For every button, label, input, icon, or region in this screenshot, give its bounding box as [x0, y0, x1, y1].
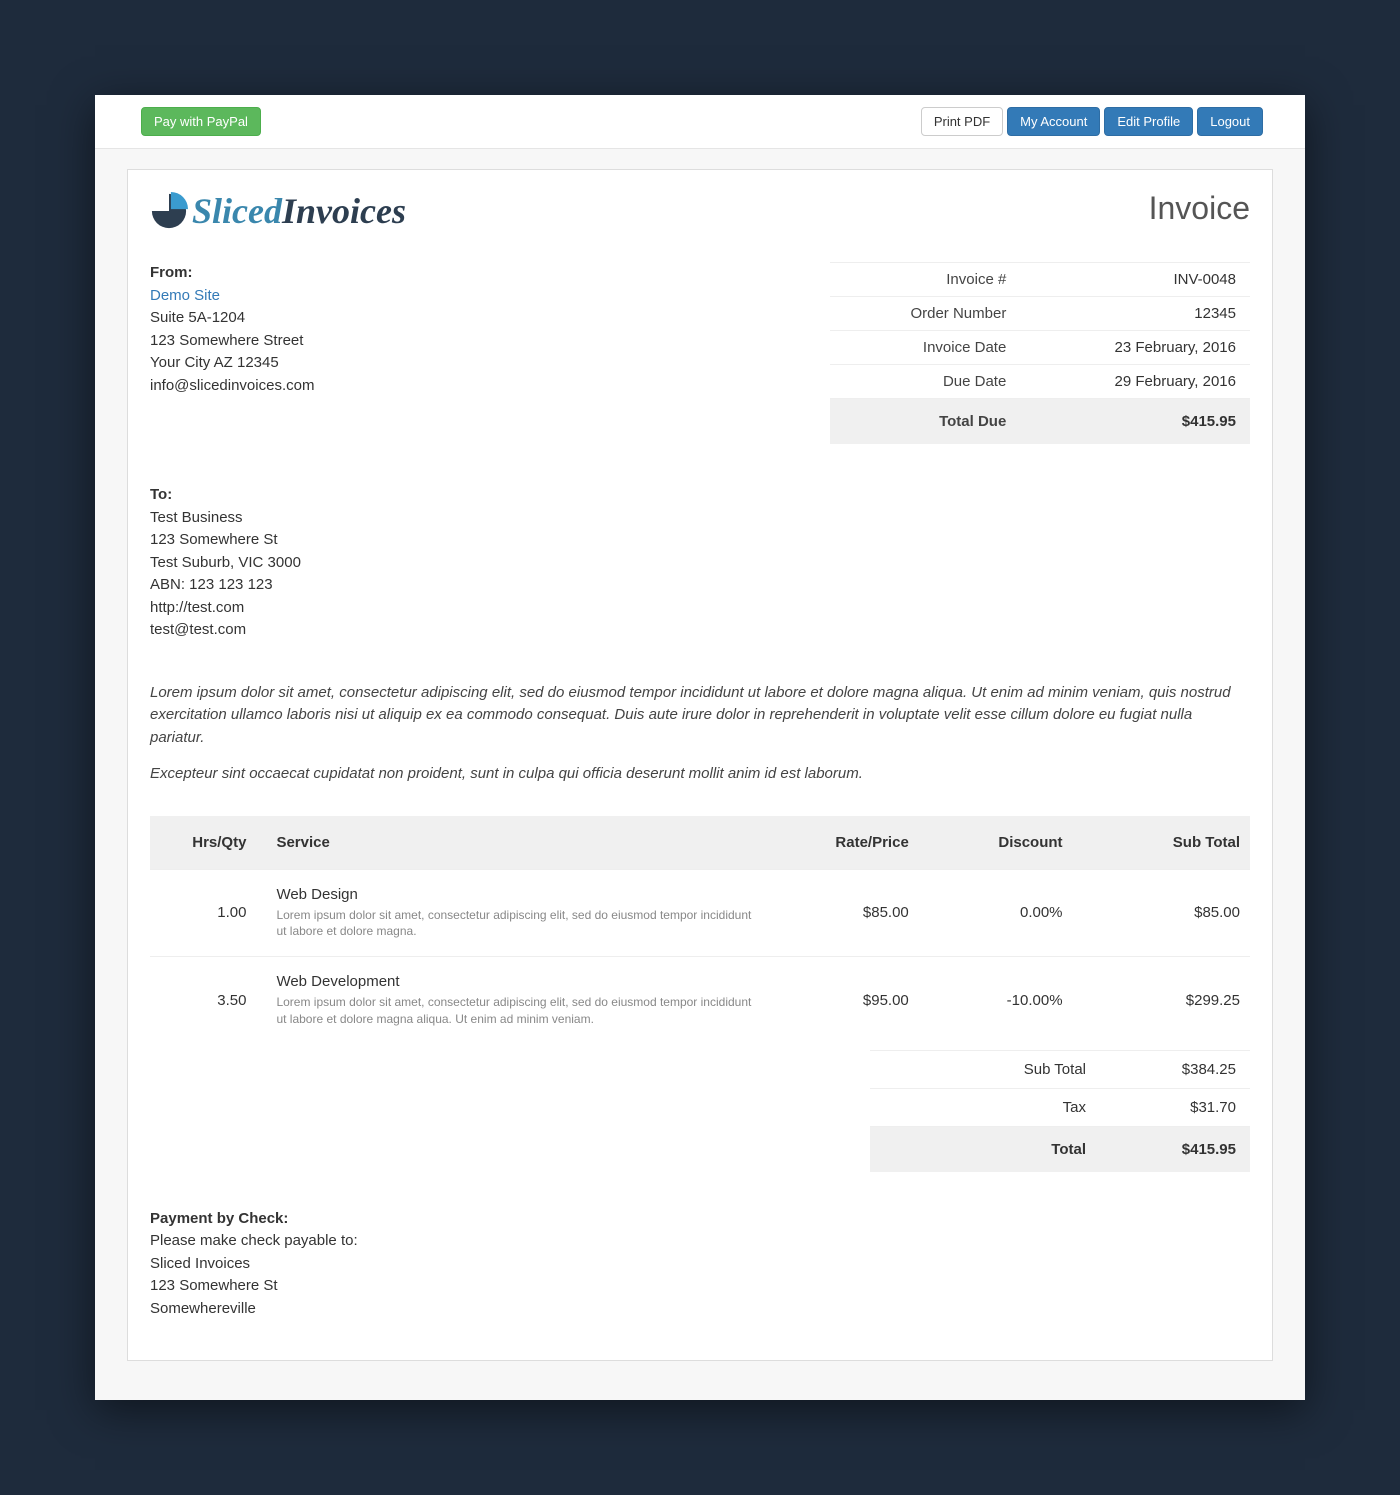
totals-tax-row: Tax $31.70 [870, 1088, 1250, 1126]
logo-word-1: Sliced [192, 191, 282, 231]
from-line3: Your City AZ 12345 [150, 352, 314, 375]
to-line1: 123 Somewhere St [150, 529, 1250, 552]
meta-row-order-number: Order Number 12345 [830, 297, 1250, 331]
to-url: http://test.com [150, 597, 1250, 620]
tax-label: Tax [870, 1088, 1100, 1126]
meta-row-total-due: Total Due $415.95 [830, 399, 1250, 445]
to-name: Test Business [150, 507, 1250, 530]
edit-profile-button[interactable]: Edit Profile [1104, 107, 1193, 136]
description-block: Lorem ipsum dolor sit amet, consectetur … [150, 682, 1250, 786]
total-value: $415.95 [1100, 1126, 1250, 1172]
to-label: To: [150, 484, 1250, 507]
payment-line3: 123 Somewhere St [150, 1275, 1250, 1298]
from-site-link[interactable]: Demo Site [150, 285, 314, 308]
to-email: test@test.com [150, 619, 1250, 642]
total-label: Total [870, 1126, 1100, 1172]
from-block: From: Demo Site Suite 5A-1204 123 Somewh… [150, 262, 314, 444]
document-title: Invoice [1149, 190, 1250, 227]
meta-row-invoice-date: Invoice Date 23 February, 2016 [830, 331, 1250, 365]
to-abn: ABN: 123 123 123 [150, 574, 1250, 597]
pay-with-paypal-button[interactable]: Pay with PayPal [141, 107, 261, 136]
invoice-number-value: INV-0048 [1020, 263, 1250, 297]
due-date-value: 29 February, 2016 [1020, 365, 1250, 399]
logo-word-2: Invoices [282, 191, 406, 231]
due-date-label: Due Date [830, 365, 1020, 399]
from-line2: 123 Somewhere Street [150, 330, 314, 353]
to-line2: Test Suburb, VIC 3000 [150, 552, 1250, 575]
item-name: Web Development [276, 973, 755, 990]
item-qty: 3.50 [150, 957, 256, 1044]
item-discount: 0.00% [919, 869, 1073, 957]
totals-table: Sub Total $384.25 Tax $31.70 Total $415.… [870, 1050, 1250, 1172]
payment-label: Payment by Check: [150, 1208, 1250, 1231]
invoice-card: SlicedInvoices Invoice From: Demo Site S… [127, 169, 1273, 1361]
meta-row-invoice-number: Invoice # INV-0048 [830, 263, 1250, 297]
payment-line1: Please make check payable to: [150, 1230, 1250, 1253]
col-rate: Rate/Price [765, 816, 919, 870]
topbar: Pay with PayPal Print PDF My Account Edi… [95, 95, 1305, 149]
total-due-label: Total Due [830, 399, 1020, 445]
payment-block: Payment by Check: Please make check paya… [150, 1208, 1250, 1321]
tax-value: $31.70 [1100, 1088, 1250, 1126]
line-item-row: 1.00 Web Design Lorem ipsum dolor sit am… [150, 869, 1250, 957]
item-qty: 1.00 [150, 869, 256, 957]
from-line1: Suite 5A-1204 [150, 307, 314, 330]
item-discount: -10.00% [919, 957, 1073, 1044]
payment-line4: Somewhereville [150, 1298, 1250, 1321]
topbar-right: Print PDF My Account Edit Profile Logout [917, 107, 1263, 136]
items-header-row: Hrs/Qty Service Rate/Price Discount Sub … [150, 816, 1250, 870]
logo: SlicedInvoices [150, 190, 406, 232]
invoice-date-value: 23 February, 2016 [1020, 331, 1250, 365]
col-subtotal: Sub Total [1073, 816, 1250, 870]
item-subtotal: $85.00 [1073, 869, 1250, 957]
item-name: Web Design [276, 886, 755, 903]
print-pdf-button[interactable]: Print PDF [921, 107, 1003, 136]
logout-button[interactable]: Logout [1197, 107, 1263, 136]
totals-grand-row: Total $415.95 [870, 1126, 1250, 1172]
invoice-meta-table: Invoice # INV-0048 Order Number 12345 In… [830, 262, 1250, 444]
pie-chart-icon [150, 192, 188, 230]
order-number-value: 12345 [1020, 297, 1250, 331]
from-label: From: [150, 262, 314, 285]
item-desc: Lorem ipsum dolor sit amet, consectetur … [276, 994, 755, 1028]
line-item-row: 3.50 Web Development Lorem ipsum dolor s… [150, 957, 1250, 1044]
col-discount: Discount [919, 816, 1073, 870]
order-number-label: Order Number [830, 297, 1020, 331]
header-row: From: Demo Site Suite 5A-1204 123 Somewh… [150, 262, 1250, 444]
col-qty: Hrs/Qty [150, 816, 256, 870]
invoice-number-label: Invoice # [830, 263, 1020, 297]
col-service: Service [256, 816, 765, 870]
item-rate: $85.00 [765, 869, 919, 957]
from-email: info@slicedinvoices.com [150, 375, 314, 398]
my-account-button[interactable]: My Account [1007, 107, 1100, 136]
description-p1: Lorem ipsum dolor sit amet, consectetur … [150, 682, 1250, 750]
item-rate: $95.00 [765, 957, 919, 1044]
meta-row-due-date: Due Date 29 February, 2016 [830, 365, 1250, 399]
payment-line2: Sliced Invoices [150, 1253, 1250, 1276]
total-due-value: $415.95 [1020, 399, 1250, 445]
to-block: To: Test Business 123 Somewhere St Test … [150, 484, 1250, 642]
logo-text: SlicedInvoices [192, 190, 406, 232]
page-container: Pay with PayPal Print PDF My Account Edi… [95, 95, 1305, 1400]
item-desc: Lorem ipsum dolor sit amet, consectetur … [276, 907, 755, 941]
subtotal-value: $384.25 [1100, 1050, 1250, 1088]
invoice-header: SlicedInvoices Invoice [150, 190, 1250, 232]
invoice-date-label: Invoice Date [830, 331, 1020, 365]
line-items-table: Hrs/Qty Service Rate/Price Discount Sub … [150, 816, 1250, 1044]
totals-subtotal-row: Sub Total $384.25 [870, 1050, 1250, 1088]
subtotal-label: Sub Total [870, 1050, 1100, 1088]
item-subtotal: $299.25 [1073, 957, 1250, 1044]
description-p2: Excepteur sint occaecat cupidatat non pr… [150, 763, 1250, 786]
